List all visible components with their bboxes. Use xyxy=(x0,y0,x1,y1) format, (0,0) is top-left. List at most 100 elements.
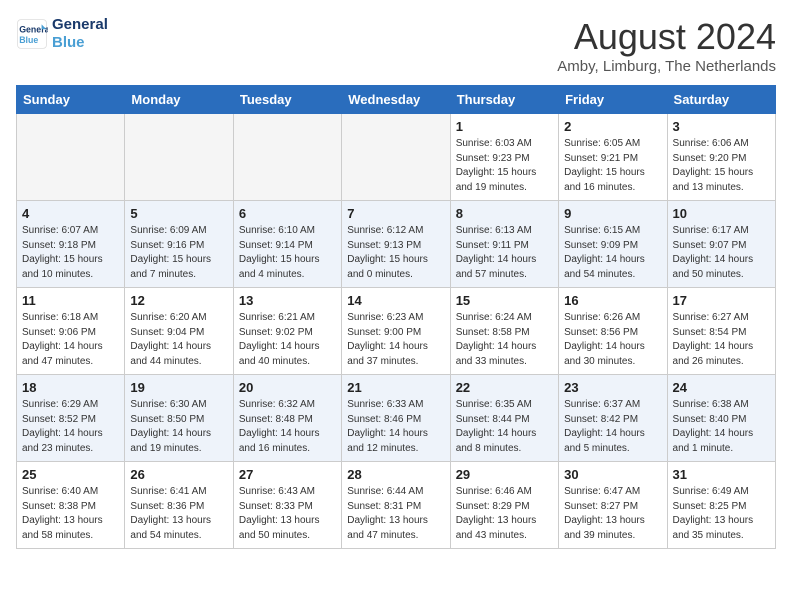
day-info: Sunrise: 6:17 AMSunset: 9:07 PMDaylight:… xyxy=(673,224,770,282)
day-info: Sunrise: 6:06 AMSunset: 9:20 PMDaylight:… xyxy=(673,137,770,195)
calendar-cell: 6 Sunrise: 6:10 AMSunset: 9:14 PMDaylight… xyxy=(233,201,341,288)
calendar-week-row: 11 Sunrise: 6:18 AMSunset: 9:06 PMDayligh… xyxy=(17,288,776,375)
day-info: Sunrise: 6:38 AMSunset: 8:40 PMDaylight:… xyxy=(673,398,770,456)
day-number: 11 xyxy=(22,293,119,308)
calendar-week-row: 18 Sunrise: 6:29 AMSunset: 8:52 PMDayligh… xyxy=(17,375,776,462)
day-info: Sunrise: 6:44 AMSunset: 8:31 PMDaylight:… xyxy=(347,485,444,543)
calendar-cell: 9 Sunrise: 6:15 AMSunset: 9:09 PMDaylight… xyxy=(559,201,667,288)
day-info: Sunrise: 6:12 AMSunset: 9:13 PMDaylight:… xyxy=(347,224,444,282)
day-number: 7 xyxy=(347,206,444,221)
calendar-cell: 13 Sunrise: 6:21 AMSunset: 9:02 PMDayligh… xyxy=(233,288,341,375)
month-year-title: August 2024 xyxy=(557,16,776,58)
title-block: August 2024 Amby, Limburg, The Netherlan… xyxy=(557,16,776,75)
day-info: Sunrise: 6:21 AMSunset: 9:02 PMDaylight:… xyxy=(239,311,336,369)
calendar-table: SundayMondayTuesdayWednesdayThursdayFrid… xyxy=(16,85,776,549)
day-info: Sunrise: 6:27 AMSunset: 8:54 PMDaylight:… xyxy=(673,311,770,369)
day-number: 23 xyxy=(564,380,661,395)
calendar-cell: 20 Sunrise: 6:32 AMSunset: 8:48 PMDayligh… xyxy=(233,375,341,462)
day-number: 20 xyxy=(239,380,336,395)
calendar-cell: 2 Sunrise: 6:05 AMSunset: 9:21 PMDaylight… xyxy=(559,114,667,201)
weekday-header-monday: Monday xyxy=(125,86,233,114)
day-info: Sunrise: 6:32 AMSunset: 8:48 PMDaylight:… xyxy=(239,398,336,456)
calendar-cell: 28 Sunrise: 6:44 AMSunset: 8:31 PMDayligh… xyxy=(342,462,450,549)
calendar-cell: 18 Sunrise: 6:29 AMSunset: 8:52 PMDayligh… xyxy=(17,375,125,462)
calendar-cell xyxy=(342,114,450,201)
calendar-cell: 23 Sunrise: 6:37 AMSunset: 8:42 PMDayligh… xyxy=(559,375,667,462)
calendar-week-row: 1 Sunrise: 6:03 AMSunset: 9:23 PMDaylight… xyxy=(17,114,776,201)
calendar-cell: 26Sunrise: 6:41 AMSunset: 8:36 PMDayligh… xyxy=(125,462,233,549)
day-info: Sunrise: 6:43 AMSunset: 8:33 PMDaylight:… xyxy=(239,485,336,543)
location-subtitle: Amby, Limburg, The Netherlands xyxy=(557,58,776,75)
weekday-header-wednesday: Wednesday xyxy=(342,86,450,114)
day-number: 25 xyxy=(22,467,119,482)
day-info: Sunrise: 6:29 AMSunset: 8:52 PMDaylight:… xyxy=(22,398,119,456)
day-number: 27 xyxy=(239,467,336,482)
day-info: Sunrise: 6:46 AMSunset: 8:29 PMDaylight:… xyxy=(456,485,553,543)
calendar-cell xyxy=(125,114,233,201)
day-info: Sunrise: 6:30 AMSunset: 8:50 PMDaylight:… xyxy=(130,398,227,456)
day-number: 6 xyxy=(239,206,336,221)
calendar-cell xyxy=(233,114,341,201)
day-number: 10 xyxy=(673,206,770,221)
day-number: 21 xyxy=(347,380,444,395)
day-info: Sunrise: 6:05 AMSunset: 9:21 PMDaylight:… xyxy=(564,137,661,195)
calendar-cell: 27 Sunrise: 6:43 AMSunset: 8:33 PMDayligh… xyxy=(233,462,341,549)
day-info: Sunrise: 6:33 AMSunset: 8:46 PMDaylight:… xyxy=(347,398,444,456)
day-info: Sunrise: 6:37 AMSunset: 8:42 PMDaylight:… xyxy=(564,398,661,456)
day-info: Sunrise: 6:15 AMSunset: 9:09 PMDaylight:… xyxy=(564,224,661,282)
day-number: 13 xyxy=(239,293,336,308)
day-number: 3 xyxy=(673,119,770,134)
day-info: Sunrise: 6:40 AMSunset: 8:38 PMDaylight:… xyxy=(22,485,119,543)
day-number: 22 xyxy=(456,380,553,395)
calendar-cell: 24Sunrise: 6:38 AMSunset: 8:40 PMDayligh… xyxy=(667,375,775,462)
day-info: Sunrise: 6:23 AMSunset: 9:00 PMDaylight:… xyxy=(347,311,444,369)
day-info: Sunrise: 6:13 AMSunset: 9:11 PMDaylight:… xyxy=(456,224,553,282)
day-number: 12 xyxy=(130,293,227,308)
day-number: 31 xyxy=(673,467,770,482)
day-number: 14 xyxy=(347,293,444,308)
day-number: 19 xyxy=(130,380,227,395)
calendar-cell: 16Sunrise: 6:26 AMSunset: 8:56 PMDayligh… xyxy=(559,288,667,375)
page-header: General Blue General Blue August 2024 Am… xyxy=(16,16,776,75)
weekday-header-tuesday: Tuesday xyxy=(233,86,341,114)
day-info: Sunrise: 6:41 AMSunset: 8:36 PMDaylight:… xyxy=(130,485,227,543)
day-info: Sunrise: 6:18 AMSunset: 9:06 PMDaylight:… xyxy=(22,311,119,369)
calendar-cell: 7 Sunrise: 6:12 AMSunset: 9:13 PMDaylight… xyxy=(342,201,450,288)
calendar-cell: 19 Sunrise: 6:30 AMSunset: 8:50 PMDayligh… xyxy=(125,375,233,462)
day-number: 4 xyxy=(22,206,119,221)
day-info: Sunrise: 6:49 AMSunset: 8:25 PMDaylight:… xyxy=(673,485,770,543)
logo-icon: General Blue xyxy=(16,18,48,50)
calendar-cell: 22 Sunrise: 6:35 AMSunset: 8:44 PMDayligh… xyxy=(450,375,558,462)
calendar-cell: 21 Sunrise: 6:33 AMSunset: 8:46 PMDayligh… xyxy=(342,375,450,462)
calendar-cell: 31 Sunrise: 6:49 AMSunset: 8:25 PMDayligh… xyxy=(667,462,775,549)
calendar-week-row: 25 Sunrise: 6:40 AMSunset: 8:38 PMDayligh… xyxy=(17,462,776,549)
logo: General Blue General Blue xyxy=(16,16,108,52)
day-number: 18 xyxy=(22,380,119,395)
day-info: Sunrise: 6:07 AMSunset: 9:18 PMDaylight:… xyxy=(22,224,119,282)
calendar-cell: 10 Sunrise: 6:17 AMSunset: 9:07 PMDayligh… xyxy=(667,201,775,288)
calendar-cell: 4 Sunrise: 6:07 AMSunset: 9:18 PMDaylight… xyxy=(17,201,125,288)
day-number: 15 xyxy=(456,293,553,308)
day-number: 17 xyxy=(673,293,770,308)
day-number: 9 xyxy=(564,206,661,221)
calendar-cell: 12Sunrise: 6:20 AMSunset: 9:04 PMDayligh… xyxy=(125,288,233,375)
day-info: Sunrise: 6:10 AMSunset: 9:14 PMDaylight:… xyxy=(239,224,336,282)
day-number: 16 xyxy=(564,293,661,308)
calendar-cell: 8 Sunrise: 6:13 AMSunset: 9:11 PMDaylight… xyxy=(450,201,558,288)
calendar-cell: 1 Sunrise: 6:03 AMSunset: 9:23 PMDaylight… xyxy=(450,114,558,201)
day-info: Sunrise: 6:35 AMSunset: 8:44 PMDaylight:… xyxy=(456,398,553,456)
day-number: 2 xyxy=(564,119,661,134)
calendar-cell: 25 Sunrise: 6:40 AMSunset: 8:38 PMDayligh… xyxy=(17,462,125,549)
day-info: Sunrise: 6:03 AMSunset: 9:23 PMDaylight:… xyxy=(456,137,553,195)
day-number: 30 xyxy=(564,467,661,482)
calendar-cell: 30 Sunrise: 6:47 AMSunset: 8:27 PMDayligh… xyxy=(559,462,667,549)
day-number: 8 xyxy=(456,206,553,221)
calendar-cell: 11 Sunrise: 6:18 AMSunset: 9:06 PMDayligh… xyxy=(17,288,125,375)
day-number: 5 xyxy=(130,206,227,221)
svg-text:General: General xyxy=(19,24,48,34)
day-number: 1 xyxy=(456,119,553,134)
day-info: Sunrise: 6:47 AMSunset: 8:27 PMDaylight:… xyxy=(564,485,661,543)
calendar-cell: 15Sunrise: 6:24 AMSunset: 8:58 PMDayligh… xyxy=(450,288,558,375)
day-number: 28 xyxy=(347,467,444,482)
weekday-header-sunday: Sunday xyxy=(17,86,125,114)
